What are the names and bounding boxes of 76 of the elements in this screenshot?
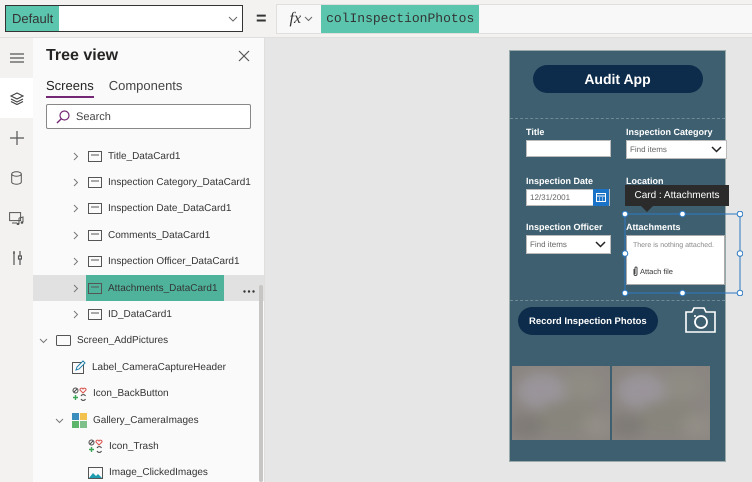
screen-control-icon	[56, 335, 71, 346]
card-control-icon	[88, 203, 102, 214]
plus-icon	[10, 131, 24, 145]
tree-item[interactable]: Label_CameraCaptureHeader	[70, 354, 232, 380]
camera-icon[interactable]	[684, 307, 716, 333]
tree-item[interactable]: Inspection Category_DataCard1	[86, 170, 257, 196]
expand-chevron-icon[interactable]	[71, 310, 80, 320]
media-icon	[9, 212, 24, 224]
formula-bar[interactable]: fx colInspectionPhotos	[276, 4, 752, 34]
search-icon	[56, 110, 70, 124]
tab[interactable]: Components	[108, 78, 182, 98]
tree-item[interactable]: Icon_Trash	[86, 433, 165, 460]
tooltip: Card : Attachments	[625, 185, 729, 206]
menu-icon	[10, 53, 24, 63]
tree-item[interactable]: Comments_DataCard1	[86, 222, 216, 248]
tree-item[interactable]: Icon_BackButton	[70, 380, 175, 407]
tree-item[interactable]: Gallery_CameraImages	[70, 407, 205, 434]
calendar-button[interactable]	[593, 189, 609, 206]
chevron-down-icon	[595, 241, 606, 248]
database-icon	[11, 171, 22, 185]
tree-item[interactable]: Title_DataCard1	[86, 143, 186, 170]
card-control-icon	[88, 256, 102, 268]
tab[interactable]: Screens	[46, 78, 94, 98]
tree-item[interactable]: ID_DataCard1	[86, 302, 178, 328]
chevron-down-icon	[711, 146, 722, 153]
expand-chevron-icon[interactable]	[71, 230, 80, 240]
tree-item[interactable]: Inspection Date_DataCard1	[86, 196, 238, 222]
close-button[interactable]	[238, 50, 250, 62]
paperclip-icon	[633, 266, 638, 276]
combo-box[interactable]: Find items	[526, 235, 611, 254]
tree-item[interactable]: Inspection Officer_DataCard1	[86, 248, 246, 275]
tree-item[interactable]: Screen_AddPictures	[54, 328, 174, 354]
card-control-icon	[88, 177, 102, 188]
card-control-icon	[88, 150, 102, 162]
label-control-icon	[72, 360, 86, 374]
function-button[interactable]: fx	[290, 10, 314, 28]
field-label: Location	[626, 176, 664, 186]
text-input[interactable]	[526, 140, 611, 157]
tree-item[interactable]: Image_ClickedImages	[86, 460, 214, 482]
image-control-icon	[88, 466, 103, 479]
card-control-icon	[88, 309, 102, 320]
formula-text: colInspectionPhotos	[321, 4, 480, 32]
chevron-down-icon	[304, 16, 314, 22]
icon-control-icon	[88, 439, 103, 454]
layers-icon	[10, 92, 24, 104]
record-photos-button[interactable]: Record Inspection Photos	[518, 307, 658, 335]
property-dropdown[interactable]: Default	[5, 5, 243, 32]
calendar-icon	[596, 193, 606, 202]
field-label: Attachments	[626, 222, 682, 232]
expand-chevron-icon[interactable]	[71, 152, 80, 161]
chevron-down-icon	[228, 16, 238, 22]
search-field[interactable]: Search	[46, 104, 251, 129]
equals-sign: =	[256, 8, 267, 29]
date-picker[interactable]: 12/31/2001	[526, 189, 610, 206]
field-label: Title	[526, 127, 546, 137]
card-control-icon	[88, 282, 102, 294]
tools-icon	[12, 251, 22, 265]
card-control-icon	[88, 230, 102, 241]
header-button[interactable]: Audit App	[532, 64, 702, 92]
field-label: Inspection Officer	[526, 222, 604, 232]
field-label: Inspection Category	[626, 127, 714, 137]
expand-chevron-icon[interactable]	[71, 178, 80, 188]
collapse-chevron-icon[interactable]	[55, 416, 64, 425]
expand-chevron-icon[interactable]	[71, 257, 80, 266]
collapse-chevron-icon[interactable]	[39, 336, 48, 346]
tooltip-pointer	[641, 206, 653, 212]
tree-item[interactable]: Attachments_DataCard1	[86, 275, 224, 302]
expand-chevron-icon[interactable]	[71, 204, 80, 214]
icon-control-icon	[72, 386, 87, 401]
more-icon	[243, 290, 255, 293]
panel-title: Tree view	[46, 47, 118, 65]
selection-frame[interactable]	[622, 211, 743, 296]
combo-box[interactable]: Find items	[626, 140, 727, 159]
field-label: Inspection Date	[526, 176, 594, 186]
gallery-control-icon	[72, 412, 87, 428]
expand-chevron-icon[interactable]	[71, 284, 80, 293]
